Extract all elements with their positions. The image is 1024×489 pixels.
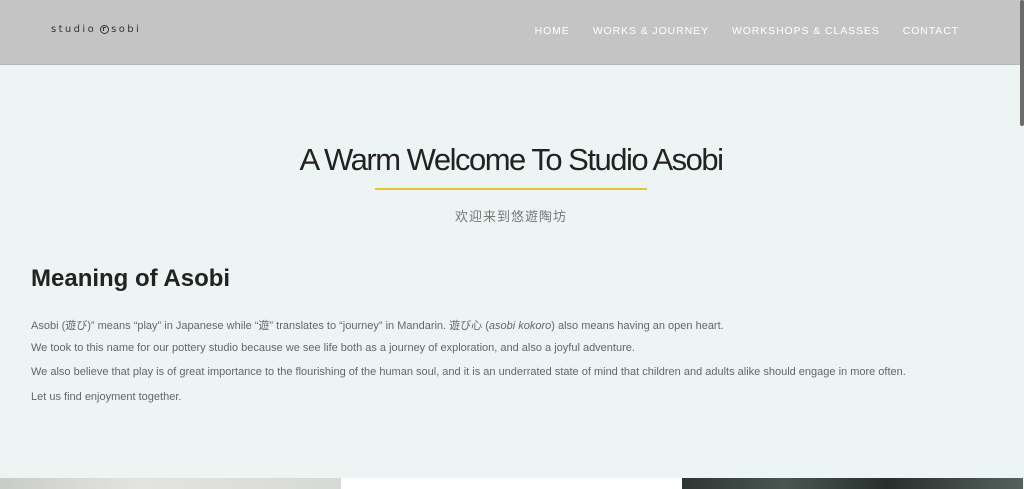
logo-text-sobi: sobi [111,24,142,35]
p1-emphasis: asobi kokoro [488,320,552,332]
page-scrollbar[interactable] [1020,0,1024,126]
p1-text-a: Asobi (遊び)” means “play” in Japanese whi… [31,320,489,332]
logo-text-studio: studio [51,24,97,35]
meaning-paragraph-4: Let us find enjoyment together. [31,391,182,403]
nav-home[interactable]: HOME [535,25,570,37]
asobi-logo-icon [100,25,110,34]
gallery-image-1 [0,478,341,489]
nav-workshops-classes[interactable]: WORKSHOPS & CLASSES [732,25,880,37]
section-title: Meaning of Asobi [31,265,231,292]
gallery-image-3 [682,478,1023,489]
meaning-paragraph-3: We also believe that play is of great im… [31,366,906,378]
meaning-paragraph-1: Asobi (遊び)” means “play” in Japanese whi… [31,317,724,333]
main-nav: HOME WORKS & JOURNEY WORKSHOPS & CLASSES… [535,25,959,37]
meaning-paragraph-2: We took to this name for our pottery stu… [31,342,635,354]
site-logo[interactable]: studio sobi [51,24,141,35]
hero-title: A Warm Welcome To Studio Asobi [299,142,724,177]
nav-works-journey[interactable]: WORKS & JOURNEY [593,25,709,37]
site-header: studio sobi HOME WORKS & JOURNEY WORKSHO… [0,0,1024,65]
hero-subtitle: 欢迎来到悠遊陶坊 [454,210,567,225]
hero-divider [375,188,647,190]
nav-contact[interactable]: CONTACT [903,25,959,37]
p1-text-b: ) also means having an open heart. [551,320,724,332]
gallery-image-2 [341,478,682,489]
